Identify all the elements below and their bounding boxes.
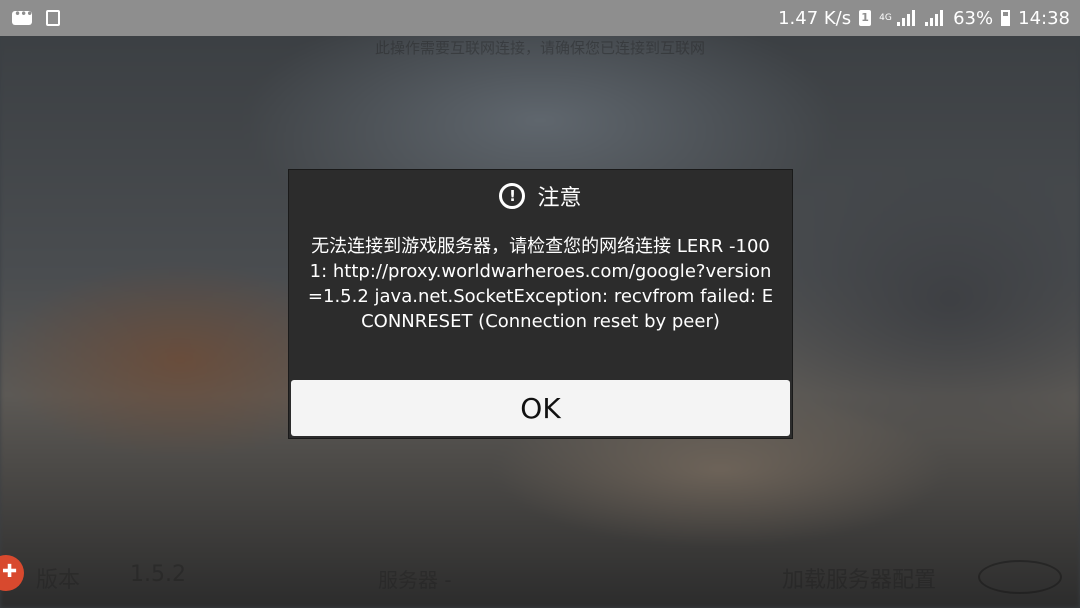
signal-icon-2 — [925, 10, 945, 26]
message-icon — [12, 7, 32, 25]
version-prefix: 版本 — [36, 568, 81, 593]
ok-button[interactable]: OK — [291, 380, 790, 436]
loading-disc-icon — [978, 560, 1062, 594]
gamepad-icon[interactable] — [0, 555, 24, 591]
note-icon — [46, 10, 60, 26]
network-speed: 1.47 K/s — [778, 7, 852, 29]
battery-percent: 63% — [953, 7, 994, 29]
clock: 14:38 — [1018, 7, 1070, 29]
dialog-message: 无法连接到游戏服务器，请检查您的网络连接 LERR -1001: http://… — [307, 236, 774, 332]
alert-dialog: ! 注意 无法连接到游戏服务器，请检查您的网络连接 LERR -1001: ht… — [288, 169, 793, 439]
alert-circle-icon: ! — [499, 183, 526, 209]
version-label: 1.5.2 — [130, 562, 186, 587]
connection-notice: 此操作需要互联网连接，请确保您已连接到互联网 — [374, 39, 705, 57]
lte-icon: 4G — [879, 12, 892, 23]
server-label: 服务器 - — [378, 568, 452, 592]
sim-icon: 1 — [859, 10, 872, 26]
dialog-title: 注意 — [537, 186, 582, 211]
battery-icon — [1001, 10, 1011, 26]
signal-icon — [897, 10, 917, 26]
status-bar: 1.47 K/s 1 4G 63% 14:38 — [0, 0, 1080, 36]
server-config-label: 加载服务器配置 — [782, 568, 937, 593]
dialog-header: ! 注意 — [289, 176, 792, 216]
bottom-bar: 版本 1.5.2 服务器 - 加载服务器配置 — [0, 540, 1080, 608]
